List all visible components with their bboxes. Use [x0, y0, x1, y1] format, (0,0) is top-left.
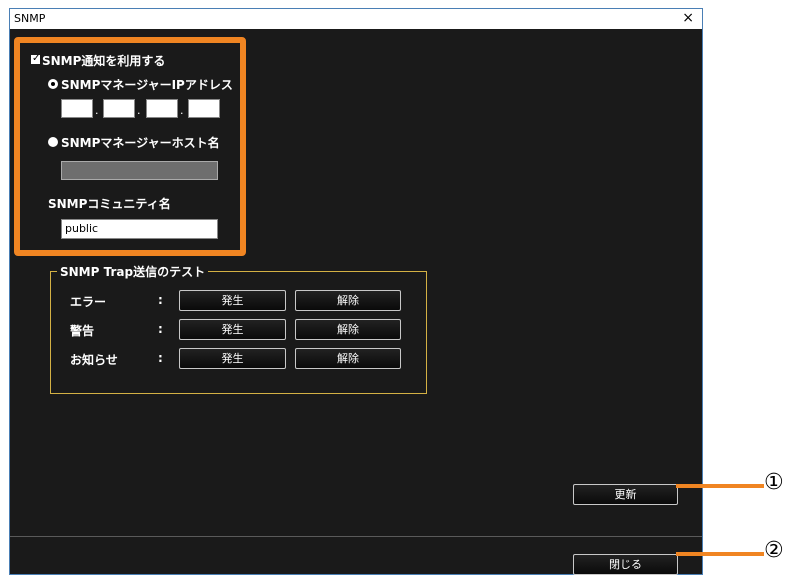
callout-line-2: [676, 552, 764, 556]
notice-send-button[interactable]: 発生: [179, 348, 286, 369]
trap-row-colon: :: [158, 351, 163, 365]
error-send-button[interactable]: 発生: [179, 290, 286, 311]
close-button[interactable]: 閉じる: [573, 554, 678, 575]
ip-separator: .: [180, 104, 184, 117]
title-bar: SNMP ×: [10, 9, 702, 29]
host-name-label: SNMPマネージャーホスト名: [61, 136, 220, 150]
trap-row-label: エラー: [70, 295, 107, 309]
divider: [10, 536, 702, 537]
trap-test-title: SNMP Trap送信のテスト: [57, 263, 209, 280]
ip-octet-2-input[interactable]: [103, 99, 135, 118]
checkmark-icon: ✓: [32, 53, 41, 64]
dialog-content: ✓ SNMP通知を利用する SNMPマネージャーIPアドレス . . . SNM…: [10, 29, 702, 575]
snmp-enable-label: SNMP通知を利用する: [42, 54, 166, 68]
trap-row-colon: :: [158, 322, 163, 336]
ip-octet-3-input[interactable]: [146, 99, 178, 118]
snmp-enable-checkbox[interactable]: ✓: [31, 53, 41, 64]
community-label: SNMPコミュニティ名: [48, 197, 171, 211]
community-input[interactable]: public: [61, 219, 218, 239]
window-title: SNMP: [14, 12, 46, 25]
ip-separator: .: [95, 104, 99, 117]
warning-clear-button[interactable]: 解除: [295, 319, 401, 340]
host-name-input[interactable]: [61, 161, 218, 180]
snmp-dialog: SNMP × ✓ SNMP通知を利用する SNMPマネージャーIPアドレス . …: [9, 8, 703, 575]
warning-send-button[interactable]: 発生: [179, 319, 286, 340]
trap-row-label: お知らせ: [70, 353, 118, 367]
ip-address-radio[interactable]: [48, 79, 58, 89]
ip-octet-1-input[interactable]: [61, 99, 93, 118]
host-name-radio[interactable]: [48, 137, 58, 147]
ip-octet-4-input[interactable]: [188, 99, 220, 118]
notice-clear-button[interactable]: 解除: [295, 348, 401, 369]
callout-number-1: ①: [764, 470, 784, 495]
callout-line-1: [676, 484, 764, 488]
ip-address-label: SNMPマネージャーIPアドレス: [61, 78, 233, 92]
close-icon[interactable]: ×: [682, 10, 694, 26]
callout-number-2: ②: [764, 538, 784, 563]
update-button[interactable]: 更新: [573, 484, 678, 505]
trap-row-label: 警告: [70, 324, 95, 338]
ip-separator: .: [137, 104, 141, 117]
trap-row-colon: :: [158, 293, 163, 307]
error-clear-button[interactable]: 解除: [295, 290, 401, 311]
